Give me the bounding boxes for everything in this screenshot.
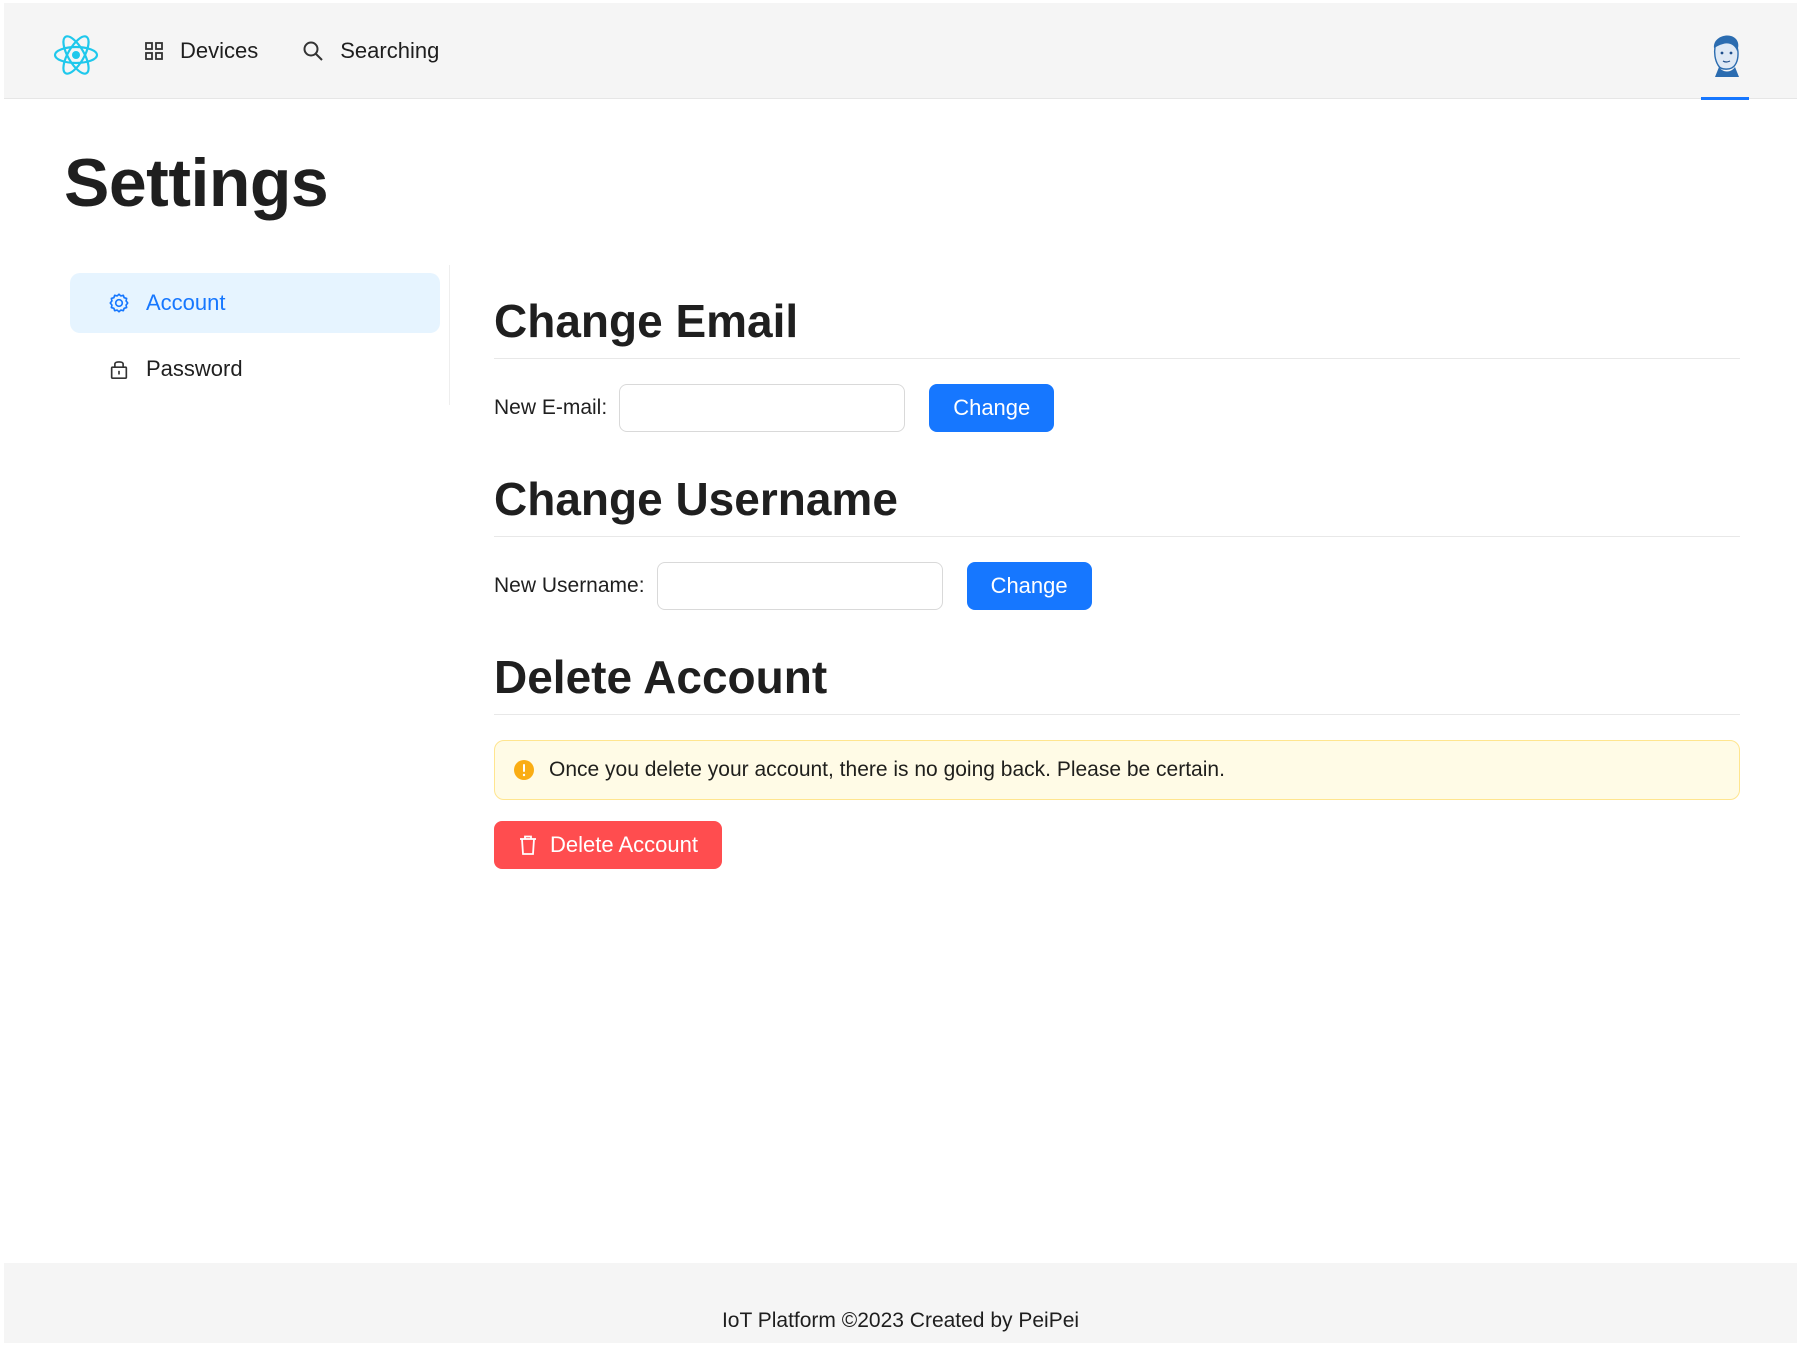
nav-item-label: Searching xyxy=(340,38,440,63)
footer: IoT Platform ©2023 Created by PeiPei xyxy=(4,1263,1797,1343)
settings-side-menu: Account Password xyxy=(70,265,450,405)
change-email-button[interactable]: Change xyxy=(929,384,1055,432)
side-menu-item-password[interactable]: Password xyxy=(70,339,440,399)
gear-icon xyxy=(109,293,129,313)
top-navbar: Devices Searching xyxy=(4,3,1797,100)
divider xyxy=(494,358,1740,359)
search-icon xyxy=(303,41,323,61)
section-title-delete-account: Delete Account xyxy=(494,651,828,703)
user-menu[interactable] xyxy=(1701,3,1749,100)
warning-text: Once you delete your account, there is n… xyxy=(549,758,1225,781)
username-form: New Username: Change xyxy=(494,562,1092,610)
email-form: New E-mail: Change xyxy=(494,384,1055,432)
delete-account-label: Delete Account xyxy=(550,832,698,857)
page-title: Settings xyxy=(64,145,329,221)
side-menu-item-account[interactable]: Account xyxy=(70,273,440,333)
section-title-change-email: Change Email xyxy=(494,295,799,347)
side-menu-item-label: Account xyxy=(146,290,226,315)
warning-alert: Once you delete your account, there is n… xyxy=(494,740,1740,800)
trash-icon xyxy=(520,835,536,855)
section-title-change-username: Change Username xyxy=(494,473,898,525)
nav-item-label: Devices xyxy=(180,38,259,63)
divider xyxy=(494,714,1740,715)
app-frame: Devices Searching Settings Account Passw… xyxy=(4,3,1797,1343)
email-label: New E-mail: xyxy=(494,396,608,419)
appstore-icon xyxy=(145,42,163,60)
footer-text: IoT Platform ©2023 Created by PeiPei xyxy=(721,1309,1080,1332)
username-label: New Username: xyxy=(494,574,645,597)
nav-item-searching[interactable]: Searching xyxy=(302,38,439,64)
divider xyxy=(494,536,1740,537)
main-nav: Devices Searching xyxy=(144,3,483,99)
email-field[interactable] xyxy=(619,384,906,432)
username-field[interactable] xyxy=(656,562,943,610)
delete-account-button[interactable]: Delete Account xyxy=(494,821,722,869)
react-logo-icon[interactable] xyxy=(52,31,100,79)
avatar[interactable] xyxy=(1705,33,1745,77)
lock-icon xyxy=(110,361,128,379)
active-indicator xyxy=(1701,97,1749,100)
nav-item-devices[interactable]: Devices xyxy=(144,38,258,64)
exclamation-circle-icon xyxy=(514,760,534,780)
change-username-button[interactable]: Change xyxy=(966,562,1092,610)
side-menu-item-label: Password xyxy=(146,356,243,381)
